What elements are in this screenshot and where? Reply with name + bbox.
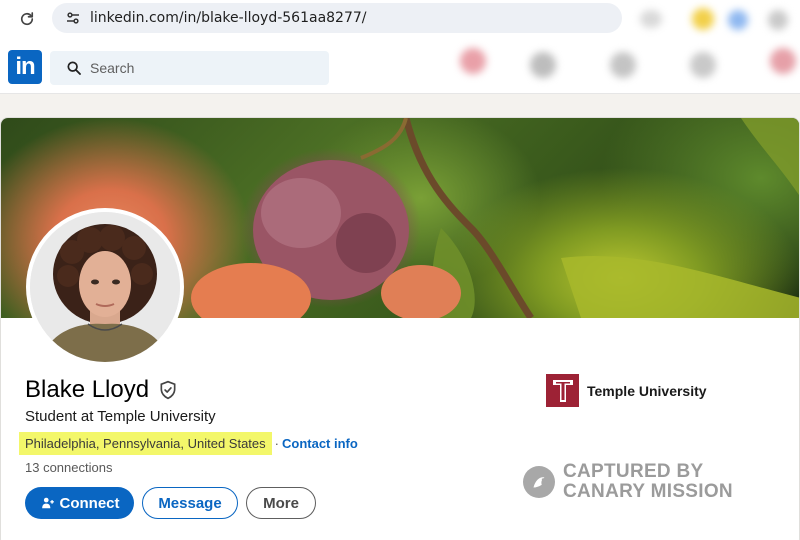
search-icon — [64, 58, 84, 78]
education-name: Temple University — [587, 382, 707, 399]
profile-card: Blake Lloyd Student at Temple University… — [0, 117, 800, 540]
browser-toolbar: linkedin.com/in/blake-lloyd-561aa8277/ — [0, 0, 800, 38]
more-button[interactable]: More — [246, 487, 316, 519]
address-bar[interactable]: linkedin.com/in/blake-lloyd-561aa8277/ — [52, 3, 622, 33]
connections-count[interactable]: 13 connections — [25, 460, 112, 475]
tune-icon[interactable] — [58, 3, 88, 33]
url-text: linkedin.com/in/blake-lloyd-561aa8277/ — [90, 10, 367, 26]
profile-location: Philadelphia, Pennsylvania, United State… — [19, 431, 272, 455]
profile-name: Blake Lloyd — [25, 376, 150, 403]
profile-headline: Student at Temple University — [25, 408, 216, 425]
verified-shield-icon[interactable] — [157, 379, 179, 401]
more-label: More — [263, 494, 299, 512]
linkedin-logo[interactable]: in — [8, 50, 42, 84]
separator-dot: · — [274, 435, 279, 451]
watermark-line-1: CAPTURED BY — [563, 461, 704, 482]
message-button[interactable]: Message — [142, 487, 238, 519]
extensions-area — [630, 4, 800, 32]
contact-info-link[interactable]: Contact info — [282, 436, 358, 451]
watermark-line-2: CANARY MISSION — [563, 481, 733, 502]
profile-actions: Connect Message More — [25, 487, 316, 519]
temple-university-logo — [546, 374, 579, 407]
search-input[interactable]: Search — [50, 51, 329, 85]
linkedin-navbar: in Search — [0, 38, 800, 94]
message-label: Message — [158, 494, 222, 512]
profile-name-row: Blake Lloyd — [25, 376, 179, 404]
canary-bird-icon — [523, 466, 555, 498]
canary-mission-watermark: CAPTURED BY CANARY MISSION — [523, 462, 733, 502]
education-entry[interactable]: Temple University — [546, 374, 707, 407]
location-row: Philadelphia, Pennsylvania, United State… — [19, 430, 358, 456]
avatar[interactable] — [26, 208, 184, 366]
add-person-icon — [40, 495, 56, 511]
search-placeholder: Search — [90, 60, 135, 76]
connect-label: Connect — [59, 494, 120, 512]
reload-icon[interactable] — [16, 8, 38, 30]
connect-button[interactable]: Connect — [25, 487, 134, 519]
nav-icons-blurred — [440, 42, 800, 92]
